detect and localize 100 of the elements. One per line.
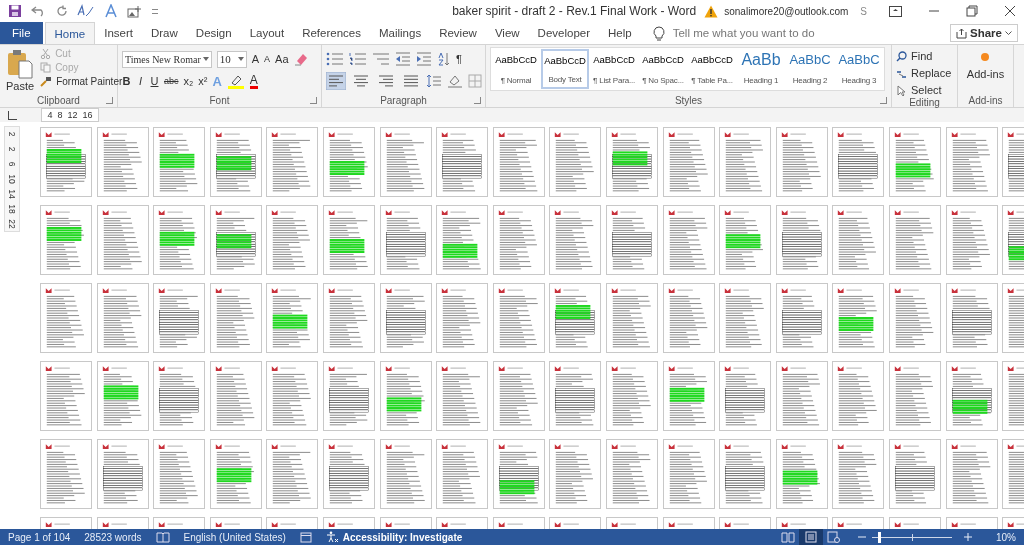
page-thumbnail[interactable] bbox=[605, 205, 658, 275]
ribbon-tab[interactable]: Insert bbox=[95, 22, 142, 44]
page-thumbnail[interactable] bbox=[153, 439, 206, 509]
page-thumbnail[interactable] bbox=[945, 361, 998, 431]
align-icon[interactable] bbox=[401, 72, 421, 90]
ribbon-tab[interactable]: Developer bbox=[528, 22, 600, 44]
multilevel-list-icon[interactable] bbox=[372, 52, 390, 66]
align-icon[interactable] bbox=[351, 72, 371, 90]
format-button[interactable]: x₂ bbox=[183, 75, 194, 87]
dialog-launcher-icon[interactable] bbox=[106, 97, 113, 104]
page-thumbnail[interactable] bbox=[832, 439, 885, 509]
ribbon-tab[interactable]: Help bbox=[599, 22, 641, 44]
ribbon-tab[interactable]: References bbox=[293, 22, 370, 44]
customize-toolbar-icon[interactable] bbox=[152, 8, 158, 14]
page-thumbnail[interactable] bbox=[266, 127, 319, 197]
ribbon-tab[interactable]: Draw bbox=[142, 22, 187, 44]
page-thumbnail[interactable] bbox=[436, 127, 489, 197]
add-ins-button[interactable]: Add-ins bbox=[966, 50, 1005, 80]
page-thumbnail[interactable] bbox=[153, 283, 206, 353]
tell-me-search-field[interactable]: Tell me what you want to do bbox=[670, 22, 875, 44]
page-thumbnail[interactable] bbox=[549, 439, 602, 509]
page-thumbnail[interactable] bbox=[888, 127, 941, 197]
page-thumbnail[interactable] bbox=[153, 361, 206, 431]
page-thumbnail[interactable] bbox=[719, 283, 772, 353]
page-thumbnail[interactable] bbox=[96, 439, 149, 509]
calendar-icon[interactable] bbox=[299, 531, 312, 543]
page-thumbnail[interactable] bbox=[96, 205, 149, 275]
dialog-launcher-icon[interactable] bbox=[310, 97, 317, 104]
page-thumbnail[interactable] bbox=[436, 205, 489, 275]
page-thumbnail[interactable] bbox=[96, 283, 149, 353]
page-thumbnail[interactable] bbox=[945, 205, 998, 275]
page-thumbnail[interactable] bbox=[945, 439, 998, 509]
view-mode-button[interactable] bbox=[799, 529, 823, 545]
page-thumbnail[interactable] bbox=[888, 361, 941, 431]
page-thumbnail[interactable] bbox=[945, 283, 998, 353]
page-thumbnail[interactable] bbox=[436, 439, 489, 509]
page-thumbnail[interactable] bbox=[379, 205, 432, 275]
paste-button[interactable]: Paste bbox=[4, 47, 37, 94]
language-indicator[interactable]: English (United States) bbox=[183, 531, 286, 543]
page-thumbnail[interactable] bbox=[832, 127, 885, 197]
ribbon-tab[interactable]: Mailings bbox=[370, 22, 431, 44]
numbering-icon[interactable] bbox=[349, 52, 367, 66]
account-name[interactable]: sonalimore20@outlook.com bbox=[724, 5, 849, 17]
page-thumbnail[interactable] bbox=[96, 361, 149, 431]
page-thumbnail[interactable] bbox=[322, 283, 375, 353]
page-thumbnail[interactable] bbox=[832, 361, 885, 431]
page-thumbnail[interactable] bbox=[96, 127, 149, 197]
show-formatting-button[interactable]: ¶ bbox=[456, 53, 462, 65]
page-thumbnail[interactable] bbox=[662, 439, 715, 509]
shading-icon[interactable] bbox=[447, 74, 463, 88]
insert-picture-icon[interactable] bbox=[127, 4, 143, 18]
page-thumbnail[interactable] bbox=[266, 283, 319, 353]
proofing-book-icon[interactable] bbox=[155, 531, 170, 543]
style-option[interactable]: AaBbCcD ¶ Normal bbox=[492, 49, 540, 89]
page-thumbnail[interactable] bbox=[322, 439, 375, 509]
page-thumbnail[interactable] bbox=[888, 205, 941, 275]
page-thumbnail[interactable] bbox=[775, 205, 828, 275]
page-thumbnail[interactable] bbox=[888, 283, 941, 353]
ribbon-tab[interactable]: Review bbox=[430, 22, 486, 44]
page-thumbnail[interactable] bbox=[492, 283, 545, 353]
page-thumbnail[interactable] bbox=[832, 205, 885, 275]
page-thumbnail[interactable] bbox=[322, 205, 375, 275]
page-thumbnail[interactable] bbox=[719, 127, 772, 197]
accessibility-status[interactable]: Accessibility: Investigate bbox=[325, 531, 463, 543]
save-icon[interactable] bbox=[8, 4, 22, 18]
align-icon[interactable] bbox=[376, 72, 396, 90]
change-case-button[interactable]: Aa bbox=[275, 53, 289, 65]
page-thumbnail[interactable] bbox=[209, 439, 262, 509]
page-thumbnail[interactable] bbox=[379, 439, 432, 509]
style-option[interactable]: AaBbCcD ¶ Table Pa... bbox=[688, 49, 736, 89]
style-option[interactable]: AaBbC Heading 2 bbox=[786, 49, 834, 89]
style-option[interactable]: AaBb Heading 1 bbox=[737, 49, 785, 89]
editing-command[interactable]: Find bbox=[896, 50, 933, 63]
page-thumbnail[interactable] bbox=[605, 439, 658, 509]
zoom-out-icon[interactable] bbox=[858, 533, 866, 541]
page-thumbnail[interactable] bbox=[775, 127, 828, 197]
page-thumbnail[interactable] bbox=[549, 283, 602, 353]
zoom-level[interactable]: 10% bbox=[986, 531, 1016, 543]
file-tab[interactable]: File bbox=[0, 22, 43, 44]
page-thumbnail[interactable] bbox=[209, 205, 262, 275]
horizontal-ruler[interactable]: 4 8 12 16 bbox=[41, 108, 99, 122]
increase-indent-icon[interactable] bbox=[416, 52, 432, 66]
font-family-field[interactable]: Times New Romar bbox=[122, 50, 212, 68]
style-option[interactable]: AaBbCcD ¶ List Para... bbox=[590, 49, 638, 89]
page-thumbnail[interactable] bbox=[379, 361, 432, 431]
ribbon-tab[interactable]: Design bbox=[186, 22, 241, 44]
page-thumbnail[interactable] bbox=[266, 361, 319, 431]
line-spacing-icon[interactable] bbox=[426, 74, 442, 88]
page-thumbnail[interactable] bbox=[888, 439, 941, 509]
page-thumbnail[interactable] bbox=[662, 127, 715, 197]
borders-icon[interactable] bbox=[468, 74, 482, 88]
style-option[interactable]: AaBbCcD ¶ No Spac... bbox=[639, 49, 687, 89]
decrease-indent-icon[interactable] bbox=[395, 52, 411, 66]
page-thumbnail[interactable] bbox=[945, 127, 998, 197]
page-thumbnail[interactable] bbox=[492, 361, 545, 431]
tab-selector-icon[interactable] bbox=[8, 110, 17, 120]
dialog-launcher-icon[interactable] bbox=[880, 97, 887, 104]
page-thumbnail[interactable] bbox=[492, 127, 545, 197]
page-thumbnail[interactable] bbox=[662, 205, 715, 275]
page-thumbnail[interactable] bbox=[492, 439, 545, 509]
